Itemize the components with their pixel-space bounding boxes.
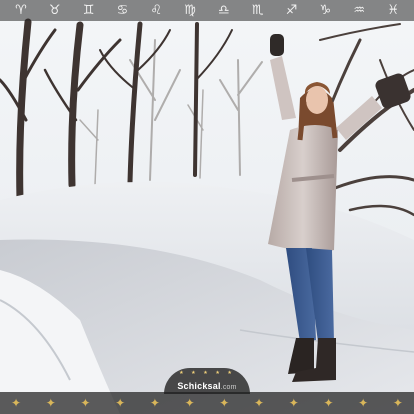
zodiac-capricorn-icon[interactable]: ♑ (311, 0, 339, 21)
chinese-horse-icon[interactable]: ✦ (214, 393, 234, 413)
chinese-rat-icon[interactable]: ✦ (6, 393, 26, 413)
chinese-zodiac-bar: ✦ ✦ ✦ ✦ ✦ ✦ ✦ ✦ ✦ ✦ ✦ ✦ (0, 392, 414, 414)
logo-tld: .com (220, 384, 237, 391)
chinese-monkey-icon[interactable]: ✦ (284, 393, 304, 413)
zodiac-leo-icon[interactable]: ♌ (142, 0, 170, 21)
zodiac-scorpio-icon[interactable]: ♏ (244, 0, 272, 21)
zodiac-cancer-icon[interactable]: ♋ (108, 0, 136, 21)
chinese-rabbit-icon[interactable]: ✦ (110, 393, 130, 413)
chinese-pig-icon[interactable]: ✦ (388, 393, 408, 413)
zodiac-aries-icon[interactable]: ♈ (7, 0, 35, 21)
zodiac-pisces-icon[interactable]: ♓ (379, 0, 407, 21)
zodiac-gemini-icon[interactable]: ♊ (75, 0, 103, 21)
chinese-rooster-icon[interactable]: ✦ (318, 393, 338, 413)
zodiac-aquarius-icon[interactable]: ♒ (345, 0, 373, 21)
chinese-goat-icon[interactable]: ✦ (249, 393, 269, 413)
logo-stars-icon: ★ ★ ★ ★ ★ (179, 370, 235, 376)
zodiac-sagittarius-icon[interactable]: ♐ (278, 0, 306, 21)
logo-brand: Schicksal (177, 381, 221, 391)
zodiac-virgo-icon[interactable]: ♍ (176, 0, 204, 21)
chinese-dragon-icon[interactable]: ✦ (145, 393, 165, 413)
chinese-ox-icon[interactable]: ✦ (41, 393, 61, 413)
chinese-snake-icon[interactable]: ✦ (180, 393, 200, 413)
hero-photo (0, 0, 414, 414)
app-stage: ♈ ♉ ♊ ♋ ♌ ♍ ♎ ♏ ♐ ♑ ♒ ♓ ★ ★ ★ ★ ★ Schick… (0, 0, 414, 414)
zodiac-libra-icon[interactable]: ♎ (210, 0, 238, 21)
zodiac-taurus-icon[interactable]: ♉ (41, 0, 69, 21)
zodiac-nav-bar: ♈ ♉ ♊ ♋ ♌ ♍ ♎ ♏ ♐ ♑ ♒ ♓ (0, 0, 414, 21)
schicksal-logo[interactable]: ★ ★ ★ ★ ★ Schicksal.com (164, 368, 250, 394)
chinese-dog-icon[interactable]: ✦ (353, 393, 373, 413)
chinese-tiger-icon[interactable]: ✦ (75, 393, 95, 413)
